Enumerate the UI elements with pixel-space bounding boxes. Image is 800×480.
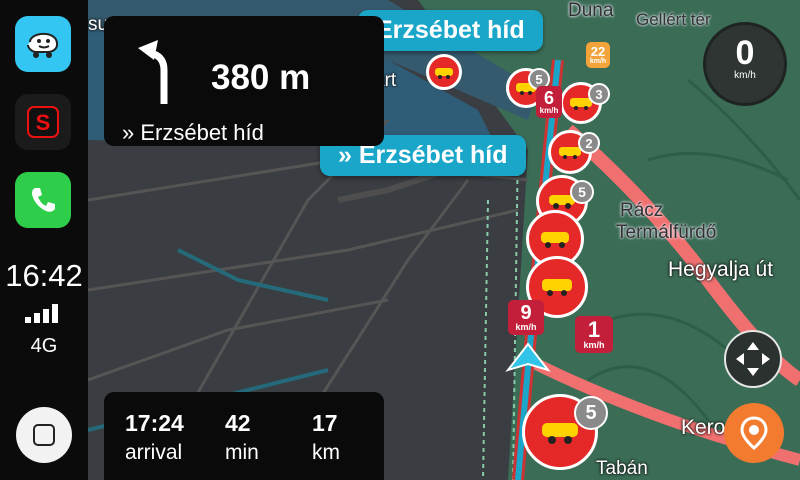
street-sign-top: Erzsébet híd — [358, 10, 543, 51]
speed-pin[interactable]: 22 km/h — [586, 42, 610, 68]
clock: 16:42 — [5, 258, 83, 293]
pan-arrows-icon — [736, 342, 770, 376]
phone-app-icon[interactable] — [15, 172, 71, 228]
eta-arrival: 17:24 arrival — [125, 410, 184, 464]
carplay-sidebar: S 16:42 4G — [0, 0, 88, 480]
map-label-racz: Rácz — [620, 200, 664, 221]
map-label-taban: Tabán — [596, 458, 648, 479]
home-button[interactable] — [16, 407, 72, 463]
speed-pin[interactable]: 9 km/h — [508, 300, 544, 335]
home-icon — [33, 424, 55, 446]
jam-count-badge: 5 — [570, 180, 594, 204]
jam-count-badge: 5 — [574, 396, 608, 430]
car-position-arrow-icon — [505, 342, 551, 372]
signal-icon — [25, 304, 58, 323]
speed-pin[interactable]: 6 km/h — [536, 86, 562, 118]
waze-app-icon[interactable] — [15, 16, 71, 72]
speedometer: 0 km/h — [703, 22, 787, 106]
eta-distance: 17 km — [312, 410, 340, 464]
s-app-icon[interactable]: S — [15, 94, 71, 150]
map-label-gellert: Gellért tér — [636, 10, 711, 29]
svg-text:S: S — [36, 110, 51, 135]
jam-count-badge: 3 — [588, 83, 610, 105]
pan-map-button[interactable] — [724, 330, 782, 388]
map-label-duna: Duna — [568, 0, 614, 21]
turn-instruction-card[interactable]: 380 m » Erzsébet híd — [104, 16, 384, 146]
traffic-jam-icon[interactable] — [426, 54, 462, 90]
report-button[interactable] — [724, 403, 784, 463]
map-label-hegyalja: Hegyalja út — [668, 258, 774, 281]
turn-left-arrow-icon — [138, 40, 168, 104]
speed-pin[interactable]: 1 km/h — [575, 316, 613, 353]
network-type: 4G — [30, 335, 58, 357]
eta-minutes: 42 min — [225, 410, 259, 464]
jam-count-badge: 2 — [578, 132, 600, 154]
turn-street-name: » Erzsébet híd — [122, 120, 264, 145]
turn-distance: 380 m — [211, 58, 311, 97]
map-label-kero: Kero — [681, 416, 726, 439]
report-pin-icon — [740, 416, 768, 450]
eta-card[interactable]: 17:24 arrival 42 min 17 km — [104, 392, 384, 480]
map-label-termalfurdo: Termálfürdő — [616, 222, 717, 243]
